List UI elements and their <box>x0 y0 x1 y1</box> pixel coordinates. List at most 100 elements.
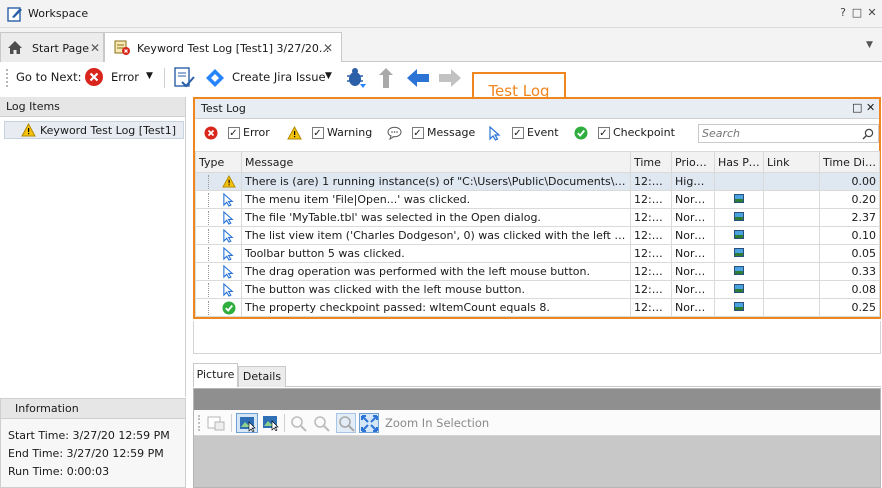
log-row[interactable]: The list view item ('Charles Dodgeson', … <box>195 226 880 245</box>
error-dropdown-label[interactable]: Error <box>111 70 139 84</box>
log-row[interactable]: The drag operation was performed with th… <box>195 262 880 281</box>
create-jira-issue-button[interactable]: Create Jira Issue <box>232 70 326 84</box>
search-icon[interactable] <box>862 128 874 140</box>
chevron-down-icon[interactable]: ▼ <box>325 71 332 81</box>
picture-icon[interactable] <box>734 284 744 293</box>
zoom-fit-toggle[interactable] <box>359 413 379 433</box>
link-cell[interactable] <box>763 262 820 281</box>
close-button[interactable]: ✕ <box>865 6 879 20</box>
sync-picture-icon[interactable] <box>207 415 225 431</box>
filter-event[interactable]: ✓ Event <box>488 121 559 145</box>
error-icon[interactable] <box>84 67 104 87</box>
test-log-panel: Test Log □ ✕ ✓ Error ✓ Warning ✓ Message… <box>193 97 881 319</box>
event-checkbox[interactable]: ✓ <box>511 127 524 139</box>
column-header-has-picture[interactable]: Has Pi... <box>714 151 764 173</box>
picture-icon[interactable] <box>734 302 744 311</box>
zoom-out-icon[interactable] <box>313 415 331 432</box>
toolbar-grip[interactable] <box>198 415 200 431</box>
log-row[interactable]: The button was clicked with the left mou… <box>195 280 880 299</box>
column-header-link[interactable]: Link <box>763 151 820 173</box>
column-header-type[interactable]: Type <box>195 151 242 173</box>
picture-icon[interactable] <box>734 248 744 257</box>
column-header-time[interactable]: Time <box>630 151 672 173</box>
bug-icon[interactable] <box>344 67 368 89</box>
toolbar-grip[interactable] <box>6 69 8 87</box>
link-cell[interactable] <box>763 298 820 317</box>
has-picture-cell[interactable] <box>714 280 764 299</box>
log-row[interactable]: Toolbar button 5 was clicked. 12:5... Norm… <box>195 244 880 263</box>
tab-details[interactable]: Details <box>238 366 286 387</box>
message-checkbox[interactable]: ✓ <box>411 127 424 139</box>
message-cell: The menu item 'File|Open...' was clicked… <box>241 190 631 209</box>
column-header-priority[interactable]: Priority <box>671 151 715 173</box>
filter-warning[interactable]: ✓ Warning <box>287 121 372 145</box>
picture-icon[interactable] <box>734 266 744 275</box>
help-button[interactable]: ? <box>836 6 850 20</box>
panel-close-icon[interactable]: ✕ <box>866 101 875 114</box>
warning-icon <box>222 174 236 188</box>
link-cell[interactable] <box>763 280 820 299</box>
message-cell: There is (are) 1 running instance(s) of … <box>241 172 631 191</box>
maximize-button[interactable]: □ <box>850 6 864 20</box>
priority-cell: Normal <box>671 298 715 317</box>
zoom-in-selection-label[interactable]: Zoom In Selection <box>385 416 489 430</box>
message-icon <box>387 126 402 141</box>
link-cell[interactable] <box>763 208 820 227</box>
checkpoint-checkbox[interactable]: ✓ <box>597 127 610 139</box>
filter-error[interactable]: ✓ Error <box>204 121 270 145</box>
picture-icon[interactable] <box>734 212 744 221</box>
search-input[interactable] <box>699 125 849 141</box>
tab-close-icon[interactable]: ✕ <box>90 41 100 55</box>
time-diff-cell: 2.37 <box>819 208 880 227</box>
picture-icon[interactable] <box>734 230 744 239</box>
has-picture-cell[interactable] <box>714 190 764 209</box>
actual-image-icon[interactable] <box>262 415 280 431</box>
forward-arrow-icon[interactable] <box>438 68 462 88</box>
message-cell: Toolbar button 5 was clicked. <box>241 244 631 263</box>
has-picture-cell[interactable] <box>714 244 764 263</box>
filter-message[interactable]: ✓ Message <box>387 121 475 145</box>
actual-size-toggle[interactable] <box>336 413 356 433</box>
tab-picture[interactable]: Picture <box>193 363 238 387</box>
type-cell <box>195 172 242 191</box>
link-cell[interactable] <box>763 190 820 209</box>
filter-checkpoint[interactable]: ✓ Checkpoint <box>574 121 675 145</box>
jira-icon[interactable] <box>205 68 225 88</box>
has-picture-cell[interactable] <box>714 298 764 317</box>
zoom-in-icon[interactable] <box>290 415 308 432</box>
link-cell[interactable] <box>763 244 820 263</box>
message-cell: The button was clicked with the left mou… <box>241 280 631 299</box>
filter-label: Event <box>527 126 559 139</box>
link-cell[interactable] <box>763 172 820 191</box>
tab-keyword-test-log[interactable]: Keyword Test Log [Test1] 3/27/20... ✕ <box>104 32 342 63</box>
tree-item-keyword-test-log[interactable]: Keyword Test Log [Test1] <box>4 121 184 139</box>
type-cell <box>195 226 242 245</box>
run-time-text: Run Time: 0:00:03 <box>8 465 110 478</box>
chevron-down-icon[interactable]: ▼ <box>146 71 153 81</box>
back-arrow-icon[interactable] <box>406 68 430 88</box>
column-header-time-diff[interactable]: Time Diff... <box>819 151 880 173</box>
time-cell: 12:5... <box>630 172 672 191</box>
has-picture-cell[interactable] <box>714 172 764 191</box>
tab-close-icon[interactable]: ✕ <box>323 41 333 55</box>
parent-up-icon[interactable] <box>377 67 397 89</box>
log-row[interactable]: The property checkpoint passed: wItemCou… <box>195 298 880 317</box>
report-check-icon[interactable] <box>172 66 196 90</box>
has-picture-cell[interactable] <box>714 208 764 227</box>
workspace-icon <box>7 7 22 22</box>
log-row[interactable]: There is (are) 1 running instance(s) of … <box>195 172 880 191</box>
search-box[interactable] <box>698 124 879 143</box>
column-header-message[interactable]: Message <box>241 151 631 173</box>
panel-maximize-icon[interactable]: □ <box>852 101 862 114</box>
error-checkbox[interactable]: ✓ <box>227 127 240 139</box>
tab-start-page[interactable]: Start Page ✕ <box>0 32 104 62</box>
link-cell[interactable] <box>763 226 820 245</box>
has-picture-cell[interactable] <box>714 262 764 281</box>
has-picture-cell[interactable] <box>714 226 764 245</box>
expected-image-toggle[interactable] <box>236 413 258 433</box>
log-row[interactable]: The file 'MyTable.tbl' was selected in t… <box>195 208 880 227</box>
picture-icon[interactable] <box>734 194 744 203</box>
tab-overflow-chevron-icon[interactable]: ▼ <box>866 40 873 50</box>
warning-checkbox[interactable]: ✓ <box>311 127 324 139</box>
log-row[interactable]: The menu item 'File|Open...' was clicked… <box>195 190 880 209</box>
